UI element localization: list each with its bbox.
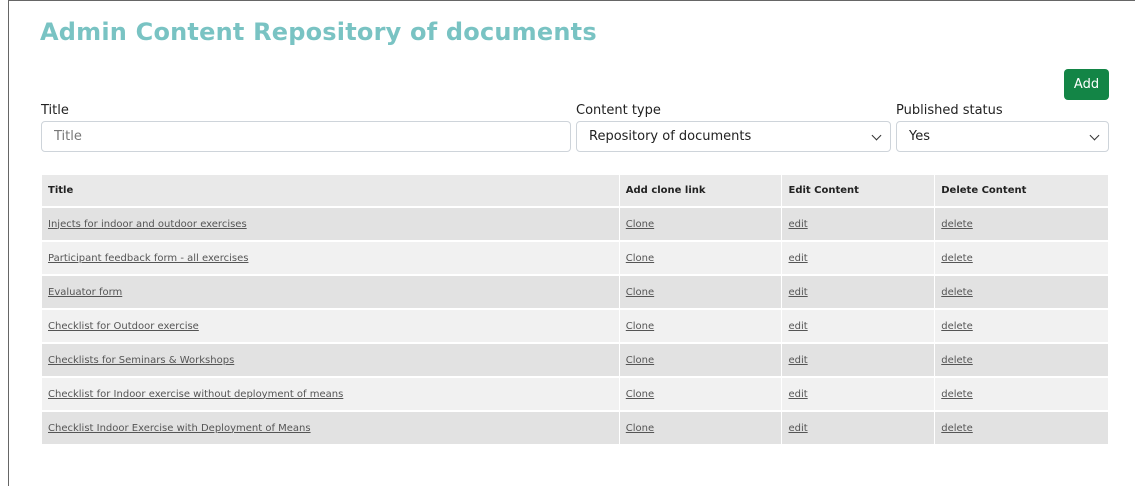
title-filter-input[interactable] [41, 121, 571, 152]
published-status-label: Published status [896, 103, 1003, 118]
delete-link[interactable]: delete [941, 355, 973, 366]
document-title-link[interactable]: Injects for indoor and outdoor exercises [48, 219, 247, 230]
document-title-link[interactable]: Checklist for Indoor exercise without de… [48, 389, 343, 400]
column-header-clone: Add clone link [619, 175, 783, 208]
table-header-row: Title Add clone link Edit Content Delete… [42, 175, 1109, 208]
published-status-value: Yes [909, 129, 930, 144]
cell-clone: Clone [619, 207, 783, 242]
cell-edit: edit [781, 411, 936, 446]
chevron-down-icon [871, 130, 882, 141]
cell-edit: edit [781, 309, 936, 344]
cell-clone: Clone [619, 275, 783, 310]
cell-delete: delete [934, 411, 1109, 446]
cell-title: Injects for indoor and outdoor exercises [42, 207, 620, 242]
content-type-value: Repository of documents [589, 129, 752, 144]
table-row: Checklist for Outdoor exercise Clone edi… [42, 309, 1109, 344]
clone-link[interactable]: Clone [626, 355, 654, 366]
clone-link[interactable]: Clone [626, 253, 654, 264]
edit-link[interactable]: edit [788, 287, 807, 298]
cell-edit: edit [781, 207, 936, 242]
cell-clone: Clone [619, 343, 783, 378]
delete-link[interactable]: delete [941, 219, 973, 230]
edit-link[interactable]: edit [788, 423, 807, 434]
edit-link[interactable]: edit [788, 253, 807, 264]
content-type-select[interactable]: Repository of documents [576, 121, 891, 152]
document-title-link[interactable]: Checklist for Outdoor exercise [48, 321, 199, 332]
cell-title: Checklists for Seminars & Workshops [42, 343, 620, 378]
content-type-label: Content type [576, 103, 661, 118]
delete-link[interactable]: delete [941, 321, 973, 332]
cell-clone: Clone [619, 241, 783, 276]
delete-link[interactable]: delete [941, 287, 973, 298]
clone-link[interactable]: Clone [626, 219, 654, 230]
cell-edit: edit [781, 275, 936, 310]
page-title: Admin Content Repository of documents [40, 18, 597, 46]
clone-link[interactable]: Clone [626, 389, 654, 400]
cell-edit: edit [781, 241, 936, 276]
delete-link[interactable]: delete [941, 423, 973, 434]
cell-edit: edit [781, 377, 936, 412]
add-button[interactable]: Add [1064, 69, 1109, 100]
cell-clone: Clone [619, 411, 783, 446]
column-header-title: Title [42, 175, 620, 208]
document-title-link[interactable]: Evaluator form [48, 287, 122, 298]
table-row: Evaluator form Clone edit delete [42, 275, 1109, 310]
cell-delete: delete [934, 241, 1109, 276]
cell-title: Evaluator form [42, 275, 620, 310]
chevron-down-icon [1089, 130, 1100, 141]
edit-link[interactable]: edit [788, 389, 807, 400]
cell-delete: delete [934, 309, 1109, 344]
edit-link[interactable]: edit [788, 355, 807, 366]
cell-title: Checklist for Indoor exercise without de… [42, 377, 620, 412]
title-filter-label: Title [41, 103, 69, 118]
document-title-link[interactable]: Checklist Indoor Exercise with Deploymen… [48, 423, 311, 434]
table-row: Participant feedback form - all exercise… [42, 241, 1109, 276]
table-row: Checklist Indoor Exercise with Deploymen… [42, 411, 1109, 446]
cell-delete: delete [934, 377, 1109, 412]
cell-delete: delete [934, 275, 1109, 310]
table-row: Checklists for Seminars & Workshops Clon… [42, 343, 1109, 378]
cell-title: Participant feedback form - all exercise… [42, 241, 620, 276]
cell-clone: Clone [619, 377, 783, 412]
cell-title: Checklist for Outdoor exercise [42, 309, 620, 344]
edit-link[interactable]: edit [788, 321, 807, 332]
cell-delete: delete [934, 207, 1109, 242]
clone-link[interactable]: Clone [626, 423, 654, 434]
edit-link[interactable]: edit [788, 219, 807, 230]
cell-edit: edit [781, 343, 936, 378]
delete-link[interactable]: delete [941, 389, 973, 400]
column-header-delete: Delete Content [934, 175, 1109, 208]
document-title-link[interactable]: Participant feedback form - all exercise… [48, 253, 248, 264]
cell-clone: Clone [619, 309, 783, 344]
clone-link[interactable]: Clone [626, 321, 654, 332]
cell-delete: delete [934, 343, 1109, 378]
document-title-link[interactable]: Checklists for Seminars & Workshops [48, 355, 234, 366]
table-row: Injects for indoor and outdoor exercises… [42, 207, 1109, 242]
clone-link[interactable]: Clone [626, 287, 654, 298]
documents-table: Title Add clone link Edit Content Delete… [42, 175, 1109, 446]
delete-link[interactable]: delete [941, 253, 973, 264]
published-status-select[interactable]: Yes [896, 121, 1109, 152]
cell-title: Checklist Indoor Exercise with Deploymen… [42, 411, 620, 446]
table-row: Checklist for Indoor exercise without de… [42, 377, 1109, 412]
column-header-edit: Edit Content [781, 175, 936, 208]
